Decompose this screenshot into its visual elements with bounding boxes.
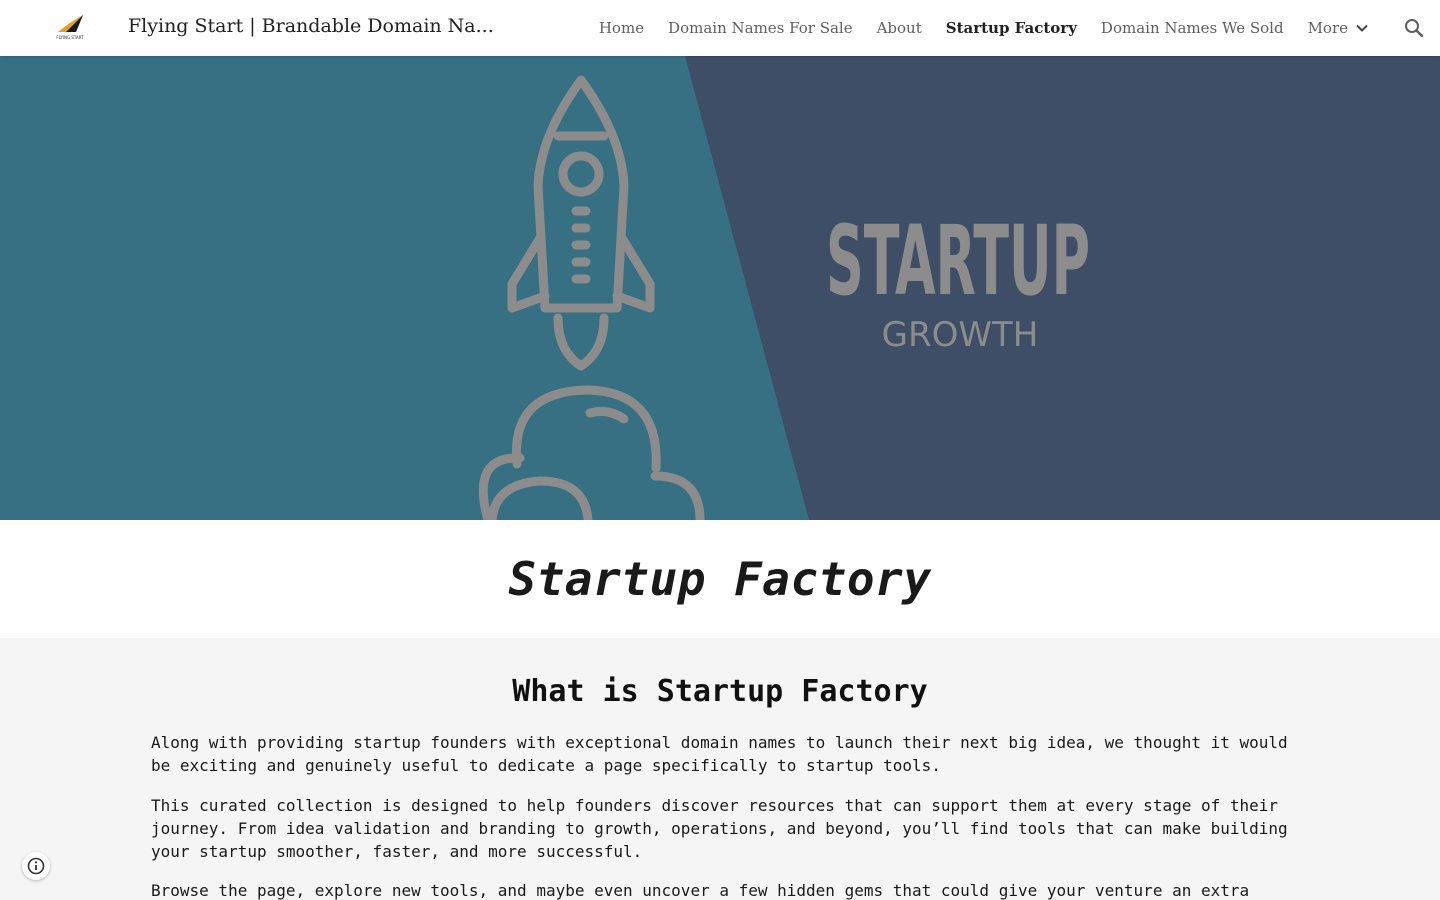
logo-text: FLYING START bbox=[56, 35, 84, 40]
site-title[interactable]: Flying Start | Brandable Domain Na... bbox=[128, 15, 494, 37]
nav-more-label: More bbox=[1307, 19, 1348, 37]
nav-item-about[interactable]: About bbox=[877, 19, 922, 37]
site-info-button[interactable] bbox=[22, 852, 50, 880]
paragraph-intro: Along with providing startup founders wi… bbox=[151, 733, 1288, 775]
section-heading: What is Startup Factory bbox=[512, 674, 928, 709]
content-section: What is Startup Factory Along with provi… bbox=[0, 638, 1440, 900]
chevron-down-icon bbox=[1356, 24, 1368, 32]
nav-item-domain-names-we-sold[interactable]: Domain Names We Sold bbox=[1101, 19, 1284, 37]
nav-more-menu[interactable]: More bbox=[1308, 19, 1370, 37]
nav-item-domain-names-for-sale[interactable]: Domain Names For Sale bbox=[668, 19, 853, 37]
hero-subline: GROWTH bbox=[882, 315, 1039, 355]
flying-start-logo[interactable]: FLYING START bbox=[52, 12, 88, 42]
hero-headline: STARTUP bbox=[826, 205, 1090, 317]
paragraph-collection: This curated collection is designed to h… bbox=[151, 796, 1288, 861]
title-band: Startup Factory bbox=[0, 520, 1440, 638]
search-icon[interactable] bbox=[1402, 16, 1426, 40]
page-title: Startup Factory bbox=[508, 552, 932, 606]
hero-banner: STARTUP GROWTH bbox=[0, 56, 1440, 520]
nav-item-home[interactable]: Home bbox=[599, 19, 644, 37]
nav-item-startup-factory[interactable]: Startup Factory bbox=[946, 19, 1077, 37]
main-nav: Home Domain Names For Sale About Startup… bbox=[587, 0, 1440, 56]
site-header: FLYING START Flying Start | Brandable Do… bbox=[0, 0, 1440, 56]
paragraph-browse: Browse the page, explore new tools, and … bbox=[151, 881, 1250, 900]
info-icon bbox=[27, 857, 45, 875]
